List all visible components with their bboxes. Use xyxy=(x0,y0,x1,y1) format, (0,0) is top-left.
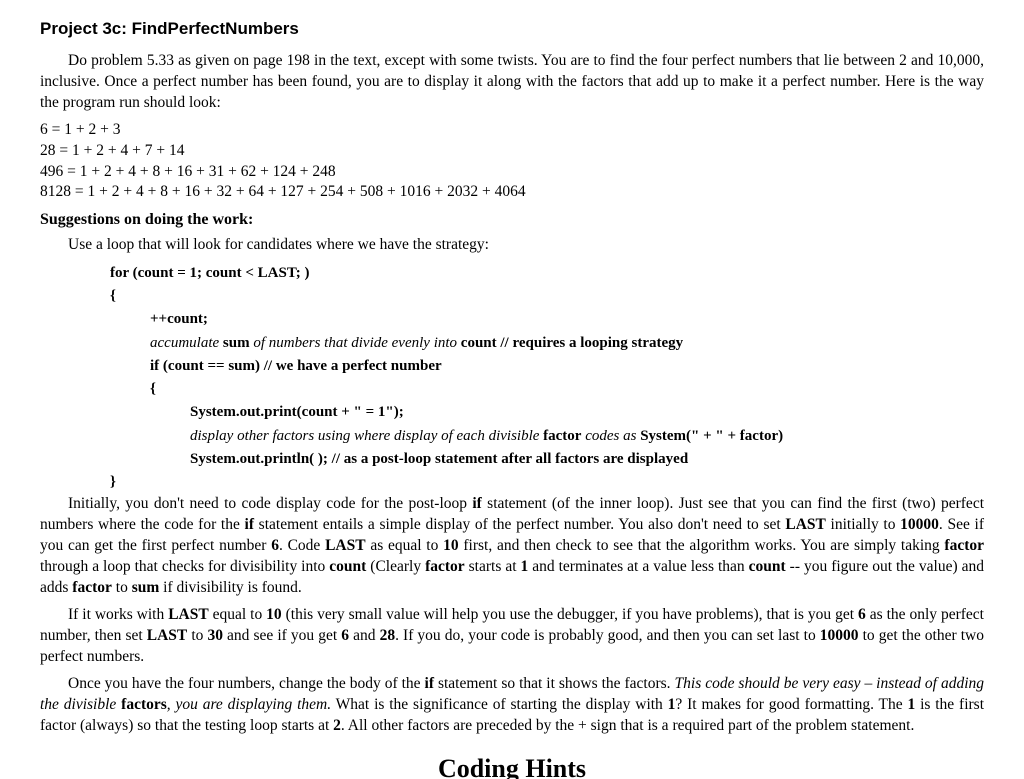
code-line: System.out.println( ); // as a post-loop… xyxy=(190,448,984,471)
intro-paragraph: Do problem 5.33 as given on page 198 in … xyxy=(40,51,984,114)
code-line: System.out.print(count + " = 1"); xyxy=(190,401,984,424)
explain-paragraph-2: If it works with LAST equal to 10 (this … xyxy=(40,605,984,668)
code-comment: // requires a looping strategy xyxy=(497,335,684,351)
suggestions-heading: Suggestions on doing the work: xyxy=(40,209,984,231)
code-line: display other factors using where displa… xyxy=(190,425,984,448)
code-bold: count xyxy=(461,335,497,351)
code-bold: System(" + " + factor) xyxy=(640,428,783,444)
output-line: 8128 = 1 + 2 + 4 + 8 + 16 + 32 + 64 + 12… xyxy=(40,182,984,203)
code-line: ++count; xyxy=(150,308,984,331)
code-line: if (count == sum) // we have a perfect n… xyxy=(150,355,984,378)
code-line: { xyxy=(150,378,984,401)
use-loop-sentence: Use a loop that will look for candidates… xyxy=(40,235,984,256)
project-title: Project 3c: FindPerfectNumbers xyxy=(40,18,984,41)
code-em: display other factors using where displa… xyxy=(190,428,543,444)
code-bold: sum xyxy=(223,335,250,351)
output-line: 28 = 1 + 2 + 4 + 7 + 14 xyxy=(40,141,984,162)
explain-paragraph-3: Once you have the four numbers, change t… xyxy=(40,674,984,737)
code-line: accumulate sum of numbers that divide ev… xyxy=(150,332,984,355)
code-em: of numbers that divide evenly into xyxy=(250,335,461,351)
code-em: codes as xyxy=(581,428,640,444)
code-line: } xyxy=(110,471,984,494)
code-em: accumulate xyxy=(150,335,223,351)
sample-output: 6 = 1 + 2 + 3 28 = 1 + 2 + 4 + 7 + 14 49… xyxy=(40,120,984,204)
explain-paragraph-1: Initially, you don't need to code displa… xyxy=(40,494,984,599)
output-line: 6 = 1 + 2 + 3 xyxy=(40,120,984,141)
coding-hints-heading: Coding Hints xyxy=(40,751,984,779)
output-line: 496 = 1 + 2 + 4 + 8 + 16 + 31 + 62 + 124… xyxy=(40,162,984,183)
code-bold: factor xyxy=(543,428,581,444)
code-line: { xyxy=(110,285,984,308)
pseudocode-block: for (count = 1; count < LAST; ) { ++coun… xyxy=(110,262,984,495)
code-line: for (count = 1; count < LAST; ) xyxy=(110,262,984,285)
